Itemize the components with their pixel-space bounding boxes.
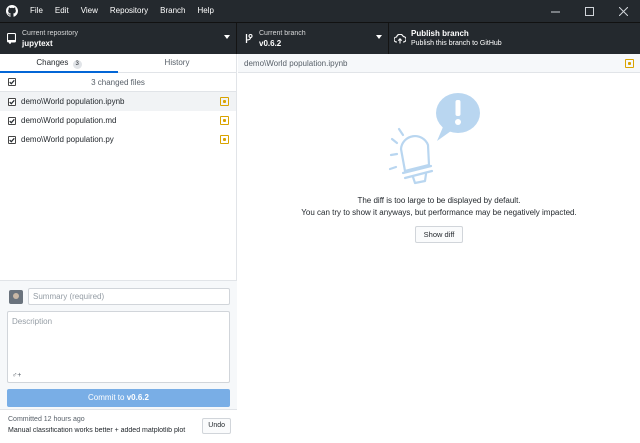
tab-changes-label: Changes <box>36 58 69 67</box>
menu-file[interactable]: File <box>24 0 49 22</box>
changed-files-count: 3 changed files <box>91 77 145 87</box>
publish-branch-button[interactable]: Publish branch Publish this branch to Gi… <box>389 23 544 54</box>
commit-button[interactable]: Commit to v0.6.2 <box>7 389 230 407</box>
file-path: demo\World population.ipynb <box>21 97 125 106</box>
file-checkbox[interactable] <box>8 97 16 106</box>
commit-form: ♂+ Commit to v0.6.2 <box>0 280 237 409</box>
window-controls <box>538 0 640 22</box>
file-path: demo\World population.py <box>21 135 114 144</box>
toolbar: Current repository jupytext Current bran… <box>0 22 640 54</box>
github-icon <box>0 0 24 22</box>
minimize-icon[interactable] <box>538 0 572 22</box>
branch-name: v0.6.2 <box>259 38 282 48</box>
repository-name: jupytext <box>22 38 53 48</box>
description-box: ♂+ <box>7 311 230 383</box>
diff-panel: demo\World population.ipynb The diff is … <box>238 54 640 443</box>
last-commit-time: Committed 12 hours ago <box>8 416 85 423</box>
maximize-icon[interactable] <box>572 0 606 22</box>
file-checkbox[interactable] <box>8 116 16 125</box>
cloud-upload-icon <box>389 33 411 44</box>
chevron-down-icon <box>376 35 382 39</box>
branch-label: Current branch <box>259 29 306 37</box>
modified-icon <box>220 116 229 125</box>
menu-edit[interactable]: Edit <box>49 0 75 22</box>
changes-count-badge: 3 <box>72 60 82 69</box>
repository-label: Current repository <box>22 29 79 37</box>
show-diff-button[interactable]: Show diff <box>415 226 463 243</box>
changed-files-header: 3 changed files <box>0 73 236 92</box>
summary-input[interactable] <box>28 288 230 305</box>
last-commit-panel: Committed 12 hours ago Manual classifica… <box>0 409 237 443</box>
repo-icon <box>0 33 22 44</box>
modified-icon <box>220 135 229 144</box>
diff-too-large-message: The diff is too large to be displayed by… <box>357 196 521 205</box>
commit-button-prefix: Commit to <box>88 393 127 402</box>
tab-bar: Changes 3 History <box>0 54 236 73</box>
file-row[interactable]: demo\World population.ipynb <box>0 92 236 111</box>
avatar <box>9 290 23 304</box>
last-commit-message: Manual classification works better + add… <box>8 427 186 434</box>
menu-help[interactable]: Help <box>192 0 220 22</box>
file-path: demo\World population.md <box>21 116 117 125</box>
branch-icon <box>237 33 259 44</box>
select-all-checkbox[interactable] <box>8 78 16 86</box>
tab-history-label: History <box>164 58 190 67</box>
file-row[interactable]: demo\World population.md <box>0 111 236 130</box>
current-repository-button[interactable]: Current repository jupytext <box>0 23 237 54</box>
close-icon[interactable] <box>606 0 640 22</box>
menu-view[interactable]: View <box>75 0 104 22</box>
commit-button-branch: v0.6.2 <box>126 393 149 402</box>
diff-file-path: demo\World population.ipynb <box>244 58 348 68</box>
menu-repository[interactable]: Repository <box>104 0 154 22</box>
sidebar: Changes 3 History 3 changed files demo\W… <box>0 54 237 443</box>
lightbulb-alert-icon <box>388 93 480 185</box>
undo-button[interactable]: Undo <box>202 418 231 434</box>
diff-warning-message: You can try to show it anyways, but perf… <box>301 208 577 217</box>
diff-header: demo\World population.ipynb <box>238 54 640 73</box>
publish-description: Publish this branch to GitHub <box>411 39 502 47</box>
description-input[interactable] <box>8 312 229 368</box>
add-coauthor-icon[interactable]: ♂+ <box>12 372 21 379</box>
current-branch-button[interactable]: Current branch v0.6.2 <box>237 23 389 54</box>
chevron-down-icon <box>224 35 230 39</box>
menu-bar: File Edit View Repository Branch Help <box>24 0 220 22</box>
file-checkbox[interactable] <box>8 135 16 144</box>
tab-history[interactable]: History <box>118 54 236 72</box>
modified-icon <box>625 59 634 68</box>
menu-branch[interactable]: Branch <box>154 0 191 22</box>
tab-changes[interactable]: Changes 3 <box>0 54 118 73</box>
file-row[interactable]: demo\World population.py <box>0 130 236 149</box>
modified-icon <box>220 97 229 106</box>
publish-label: Publish branch <box>411 28 469 38</box>
title-bar: File Edit View Repository Branch Help <box>0 0 640 22</box>
